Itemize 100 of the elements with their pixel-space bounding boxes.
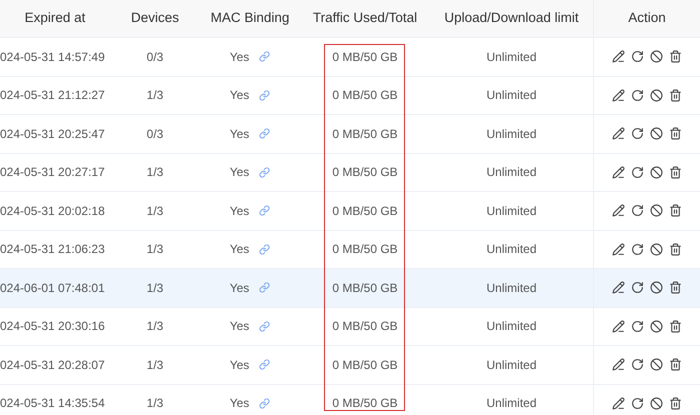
table-row[interactable]: 024-05-31 21:06:23 1/3 Yes 0 MB/50 GB Unlimited (0, 230, 700, 269)
table-cell-text: 1/3 (146, 318, 164, 336)
refresh-icon[interactable] (631, 358, 644, 372)
table-cell-text: Unlimited (486, 87, 536, 104)
table-cell-text: 0/3 (146, 48, 164, 66)
table-cell-text: 1/3 (146, 87, 164, 104)
edit-icon[interactable] (612, 358, 625, 372)
link-icon[interactable] (259, 398, 270, 409)
table-cell-text: 1/3 (146, 280, 164, 297)
table-cell-text: 1/3 (146, 395, 164, 412)
ban-icon[interactable] (650, 242, 663, 256)
table-cell-text: 024-05-31 20:28:07 (0, 356, 105, 374)
ban-icon[interactable] (650, 320, 663, 333)
table-cell-text: 0 MB/50 GB (332, 318, 398, 336)
table-cell-text: 0 MB/50 GB (332, 241, 398, 258)
table-cell-text: Unlimited (486, 395, 536, 412)
trash-icon[interactable] (669, 281, 682, 294)
table-cell-text: Yes (230, 241, 250, 258)
table-cell-text: 0/3 (146, 126, 164, 143)
ban-icon[interactable] (650, 127, 663, 140)
table-cell-text: Unlimited (486, 318, 536, 336)
table-cell-text: 0 MB/50 GB (332, 280, 398, 297)
table-cell-text: 0 MB/50 GB (332, 356, 398, 374)
table-cell-text: 024-05-31 20:02:18 (0, 202, 105, 220)
refresh-icon[interactable] (631, 396, 644, 410)
edit-icon[interactable] (612, 242, 625, 256)
table-cell-text: 0 MB/50 GB (332, 202, 398, 220)
edit-icon[interactable] (612, 396, 625, 410)
table-cell-text: Unlimited (486, 202, 536, 220)
table-cell-text: 024-05-31 20:25:47 (0, 126, 105, 143)
trash-icon[interactable] (669, 358, 682, 372)
table-cell-text: 0 MB/50 GB (332, 164, 398, 182)
trash-icon[interactable] (669, 320, 682, 333)
table-cell-text: 0 MB/50 GB (332, 48, 398, 66)
link-icon[interactable] (259, 90, 270, 101)
table-cell-text: 024-06-01 07:48:01 (0, 280, 105, 297)
table-row[interactable]: 024-06-01 07:48:01 1/3 Yes 0 MB/50 GB Unlimited (0, 269, 700, 308)
ban-icon[interactable] (650, 50, 663, 64)
link-icon[interactable] (259, 51, 270, 62)
table-row[interactable]: 024-05-31 20:27:17 1/3 Yes 0 MB/50 GB Unlimited (0, 154, 700, 192)
table-cell-text: Unlimited (486, 164, 536, 182)
ban-icon[interactable] (650, 204, 663, 218)
link-icon[interactable] (259, 359, 270, 370)
edit-icon[interactable] (612, 320, 625, 333)
link-icon[interactable] (259, 128, 270, 140)
table-cell-text: 1/3 (146, 356, 164, 374)
table-row[interactable]: 024-05-31 14:35:54 1/3 Yes 0 MB/50 GB Unlimited (0, 384, 700, 415)
table-cell-text: Unlimited (486, 280, 536, 297)
edit-icon[interactable] (612, 127, 625, 140)
table-cell-text: Yes (230, 356, 250, 374)
table-row[interactable]: 024-05-31 20:02:18 1/3 Yes 0 MB/50 GB Unlimited (0, 192, 700, 230)
refresh-icon[interactable] (631, 88, 644, 102)
table-row[interactable]: 024-05-31 20:28:07 1/3 Yes 0 MB/50 GB Unlimited (0, 346, 700, 384)
trash-icon[interactable] (669, 204, 682, 218)
trash-icon[interactable] (669, 396, 682, 410)
refresh-icon[interactable] (631, 204, 644, 218)
ban-icon[interactable] (650, 166, 663, 179)
column-header: Action (628, 9, 666, 28)
table-cell-text: Unlimited (486, 126, 536, 143)
table-row[interactable]: 024-05-31 20:30:16 1/3 Yes 0 MB/50 GB Unlimited (0, 308, 700, 346)
refresh-icon[interactable] (631, 242, 644, 256)
table-cell-text: Yes (230, 126, 250, 143)
table-cell-text: 1/3 (146, 241, 164, 258)
trash-icon[interactable] (669, 88, 682, 102)
column-header: Expired at (24, 9, 86, 28)
ban-icon[interactable] (650, 396, 663, 410)
table-row[interactable]: 024-05-31 20:25:47 0/3 Yes 0 MB/50 GB Unlimited (0, 115, 700, 154)
trash-icon[interactable] (669, 50, 682, 64)
ban-icon[interactable] (650, 281, 663, 294)
edit-icon[interactable] (612, 281, 625, 294)
refresh-icon[interactable] (631, 166, 644, 179)
link-icon[interactable] (259, 320, 270, 332)
link-icon[interactable] (259, 205, 270, 216)
table-cell-text: Yes (230, 318, 250, 336)
link-icon[interactable] (259, 244, 270, 255)
table-cell-text: 024-05-31 20:30:16 (0, 318, 105, 336)
link-icon[interactable] (259, 166, 270, 178)
table-cell-text: Yes (230, 87, 250, 104)
table-row[interactable]: 024-05-31 14:57:49 0/3 Yes 0 MB/50 GB Unlimited (0, 38, 700, 76)
edit-icon[interactable] (612, 204, 625, 218)
edit-icon[interactable] (612, 50, 625, 64)
table-row[interactable]: 024-05-31 21:12:27 1/3 Yes 0 MB/50 GB Unlimited (0, 76, 700, 115)
column-header: Traffic Used/Total (312, 9, 418, 28)
table-cell-text: 024-05-31 21:06:23 (0, 241, 105, 258)
table-cell-text: 024-05-31 14:35:54 (0, 395, 105, 412)
column-header: Upload/Download limit (444, 9, 579, 28)
refresh-icon[interactable] (631, 50, 644, 64)
refresh-icon[interactable] (631, 127, 644, 140)
edit-icon[interactable] (612, 166, 625, 179)
trash-icon[interactable] (669, 127, 682, 140)
edit-icon[interactable] (612, 88, 625, 102)
ban-icon[interactable] (650, 358, 663, 372)
refresh-icon[interactable] (631, 320, 644, 333)
table-cell-text: Yes (230, 48, 250, 66)
trash-icon[interactable] (669, 166, 682, 179)
table-cell-text: Unlimited (486, 48, 536, 66)
ban-icon[interactable] (650, 88, 663, 102)
refresh-icon[interactable] (631, 281, 644, 294)
trash-icon[interactable] (669, 242, 682, 256)
table-cell-text: 1/3 (146, 164, 164, 182)
